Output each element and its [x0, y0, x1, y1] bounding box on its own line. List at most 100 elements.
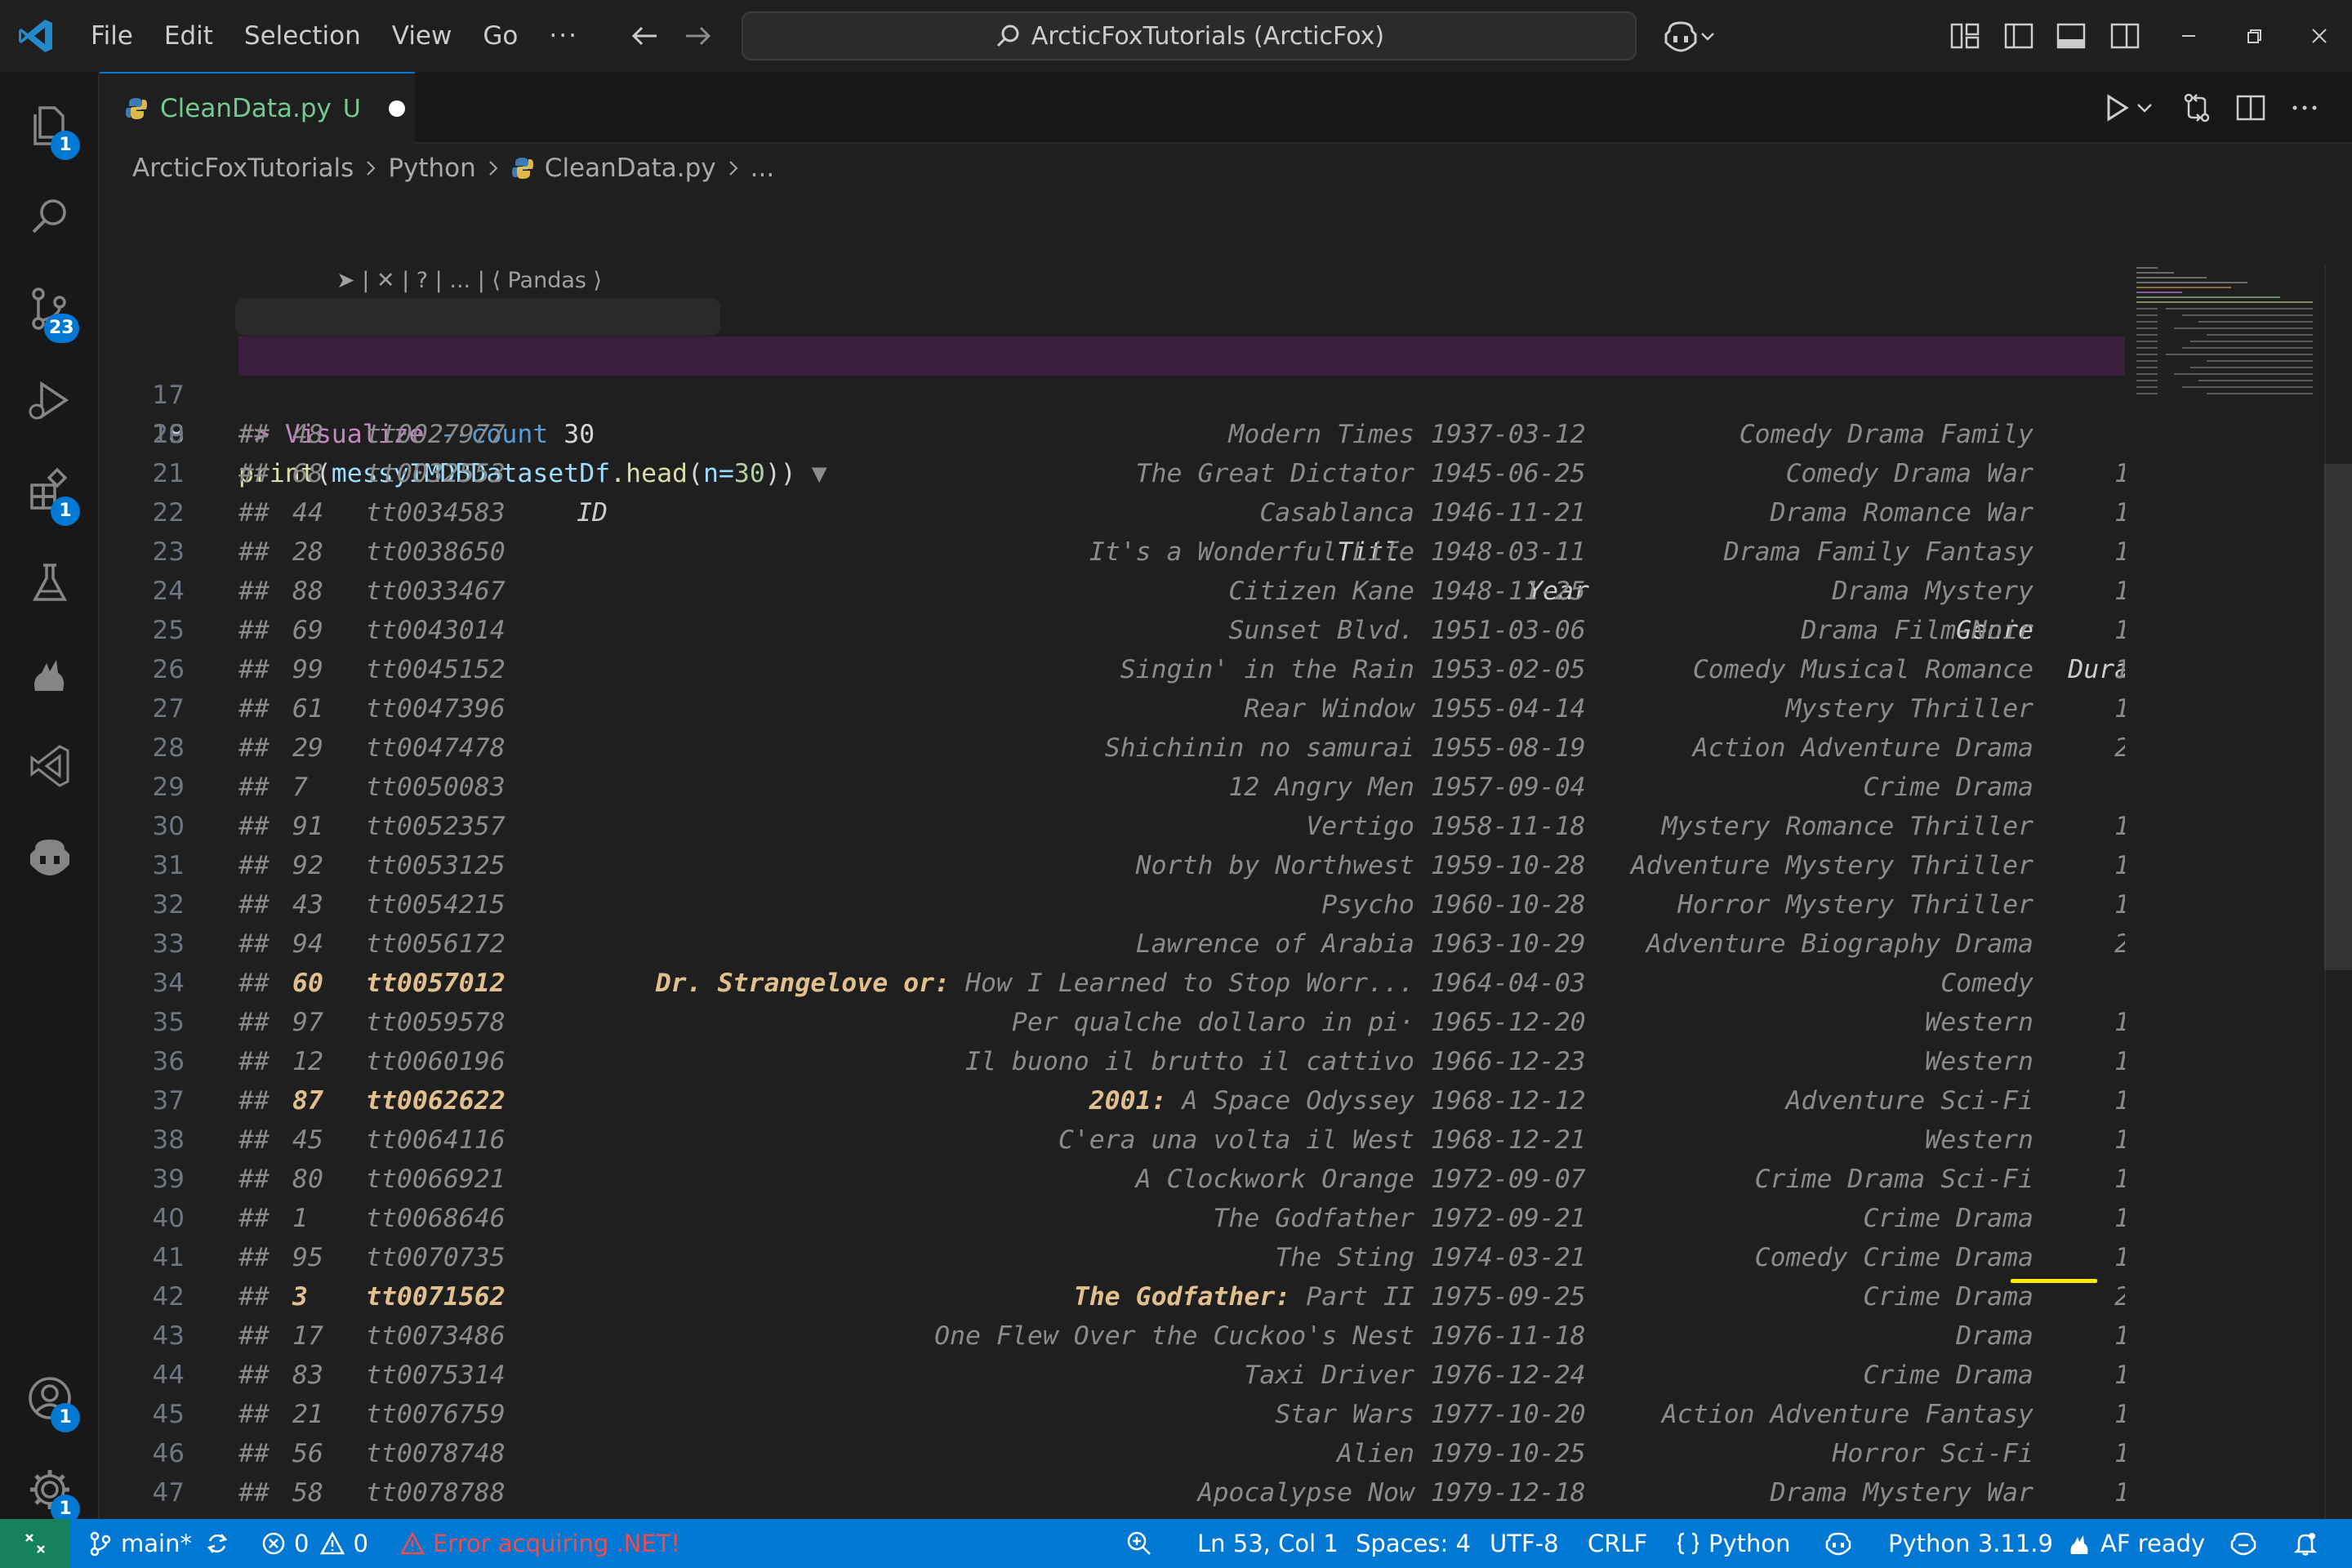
activity-extensions[interactable]: 1: [0, 446, 100, 537]
row-duration: 149.0: [2051, 1081, 2125, 1120]
row-title: Lawrence of Arabia: [590, 924, 1414, 964]
remote-icon: [25, 1534, 45, 1553]
copilot-icon: [1825, 1532, 1851, 1556]
restore-icon[interactable]: [2236, 18, 2272, 54]
row-title-text: Rear Window: [1244, 694, 1414, 724]
row-index: 97: [292, 1008, 323, 1037]
row-id: tt0052357: [366, 812, 506, 841]
breadcrumb-more[interactable]: ...: [751, 154, 775, 183]
row-title-text: Vertigo: [1306, 812, 1414, 841]
copilot-status[interactable]: [1824, 1519, 1859, 1568]
split-editor-icon[interactable]: [2233, 90, 2269, 126]
minimap[interactable]: [2133, 265, 2326, 428]
row-duration: 228.0: [2051, 924, 2125, 964]
code-line-18: 18 print(messyIMDBDatasetDf.head(n=30)) …: [100, 336, 2125, 488]
arcticfox-status-text: AF ready: [2100, 1530, 2206, 1557]
row-index: 60: [292, 969, 323, 998]
run-debug-icon: [29, 381, 69, 420]
minimize-icon[interactable]: [2171, 18, 2207, 54]
breadcrumb-file[interactable]: CleanData.py: [545, 154, 716, 183]
more-actions-icon[interactable]: [2287, 90, 2323, 126]
customize-layout-icon[interactable]: [1949, 20, 1981, 52]
git-branch[interactable]: main*: [87, 1519, 238, 1568]
dotnet-error[interactable]: Error acquiring .NET!: [399, 1519, 680, 1568]
sync-icon[interactable]: [203, 1530, 231, 1557]
activity-testing[interactable]: [0, 537, 100, 629]
python-interpreter[interactable]: Python 3.11.9: [1888, 1519, 2053, 1568]
row-duration: 128.0: [2051, 807, 2125, 846]
comment-hash: ##: [238, 1478, 270, 1508]
row-genre: Western: [1925, 1125, 2034, 1155]
code-editor[interactable]: 17 #> Visualize --count 30 18 print(mess…: [100, 265, 2125, 1568]
end-of-line[interactable]: CRLF: [1588, 1519, 1647, 1568]
close-icon[interactable]: [2301, 18, 2337, 54]
row-title-bold: The Godfather:: [1073, 1282, 1291, 1312]
chevron-right-icon: [367, 161, 376, 176]
menu-go[interactable]: Go: [467, 13, 533, 59]
menu-more[interactable]: ···: [533, 13, 594, 59]
highlight-underline: [2011, 1279, 2097, 1283]
zoom-indicator[interactable]: [1125, 1519, 1160, 1568]
row-genre: Action Adventure Drama: [1692, 733, 2034, 763]
title-bar: File Edit Selection View Go ··· ArcticFo…: [0, 0, 2352, 72]
command-center[interactable]: ArcticFoxTutorials (ArcticFox): [742, 11, 1637, 60]
activity-explorer[interactable]: 1: [0, 80, 100, 172]
menu-selection[interactable]: Selection: [229, 13, 376, 59]
indentation[interactable]: Spaces: 4: [1356, 1519, 1471, 1568]
activity-run-debug[interactable]: [0, 354, 100, 446]
row-title: Sunset Blvd.: [590, 611, 1414, 650]
arcticfox-status[interactable]: AF ready: [2066, 1519, 2205, 1568]
run-chevron-down-icon[interactable]: [2133, 90, 2156, 126]
toggle-primary-sidebar-icon[interactable]: [2002, 20, 2035, 52]
row-title-text: A Clockwork Orange: [1135, 1165, 1414, 1194]
back-arrow-icon[interactable]: [627, 18, 663, 54]
line-number: 36: [152, 1047, 185, 1076]
tab-cleandata-py[interactable]: CleanData.py U: [100, 72, 415, 144]
copilot-menu[interactable]: [1663, 18, 1728, 54]
language-mode[interactable]: Python: [1674, 1519, 1791, 1568]
row-title: The Godfather: [590, 1199, 1414, 1238]
file-encoding[interactable]: UTF-8: [1490, 1519, 1559, 1568]
row-title: The Great Dictator: [590, 454, 1414, 493]
activity-visual-studio[interactable]: [0, 720, 100, 812]
remote-indicator[interactable]: [0, 1519, 70, 1568]
table-row: 39 ## 80 tt0066921 A Clockwork Orange 1972-09…: [100, 1160, 2125, 1199]
compare-changes-icon[interactable]: [2179, 90, 2215, 126]
cursor-position[interactable]: Ln 53, Col 1: [1197, 1519, 1339, 1568]
breadcrumb-folder[interactable]: Python: [388, 154, 475, 183]
activity-copilot[interactable]: [0, 812, 100, 903]
run-python-file-icon[interactable]: [2099, 90, 2135, 126]
forward-arrow-icon[interactable]: [679, 18, 715, 54]
activity-search[interactable]: [0, 172, 100, 263]
row-year: 1972-09-07: [1431, 1165, 1586, 1194]
row-year: 1972-09-21: [1431, 1204, 1586, 1233]
activity-source-control[interactable]: 23: [0, 263, 100, 354]
row-year: 1975-09-25: [1431, 1282, 1586, 1312]
row-index: 69: [292, 616, 323, 645]
comment-hash: ##: [238, 1204, 270, 1233]
activity-accounts[interactable]: 1: [0, 1352, 100, 1444]
row-genre: Mystery Thriller: [1785, 694, 2034, 724]
breadcrumb-root[interactable]: ArcticFoxTutorials: [132, 154, 354, 183]
braces-icon: [1677, 1532, 1699, 1555]
unsaved-dot-icon[interactable]: [388, 100, 405, 117]
toggle-secondary-sidebar-icon[interactable]: [2109, 20, 2141, 52]
notifications[interactable]: [2292, 1519, 2326, 1568]
row-title: A Clockwork Orange: [590, 1160, 1414, 1199]
table-row: 26 ## 99 tt0045152 Singin' in the Rain 1953-0…: [100, 650, 2125, 689]
menu-view[interactable]: View: [376, 13, 468, 59]
menu-edit[interactable]: Edit: [149, 13, 229, 59]
activity-arcticfox[interactable]: [0, 629, 100, 720]
menu-file[interactable]: File: [75, 13, 149, 59]
comment-hash: ##: [238, 577, 270, 606]
row-index: 44: [292, 498, 323, 528]
row-genre: Drama Romance War: [1770, 498, 2034, 528]
copilot-chat-status[interactable]: [2230, 1519, 2264, 1568]
problems-indicator[interactable]: 0 0: [260, 1519, 368, 1568]
row-year: 1957-09-04: [1431, 773, 1586, 802]
row-id: tt0027977: [366, 420, 506, 449]
visual-studio-icon: [30, 745, 69, 787]
toggle-panel-icon[interactable]: [2055, 20, 2087, 52]
scrollbar-thumb[interactable]: [2324, 464, 2352, 970]
table-row: 42 ## 3 tt0071562 The Godfather: Part II 1975…: [100, 1277, 2125, 1316]
